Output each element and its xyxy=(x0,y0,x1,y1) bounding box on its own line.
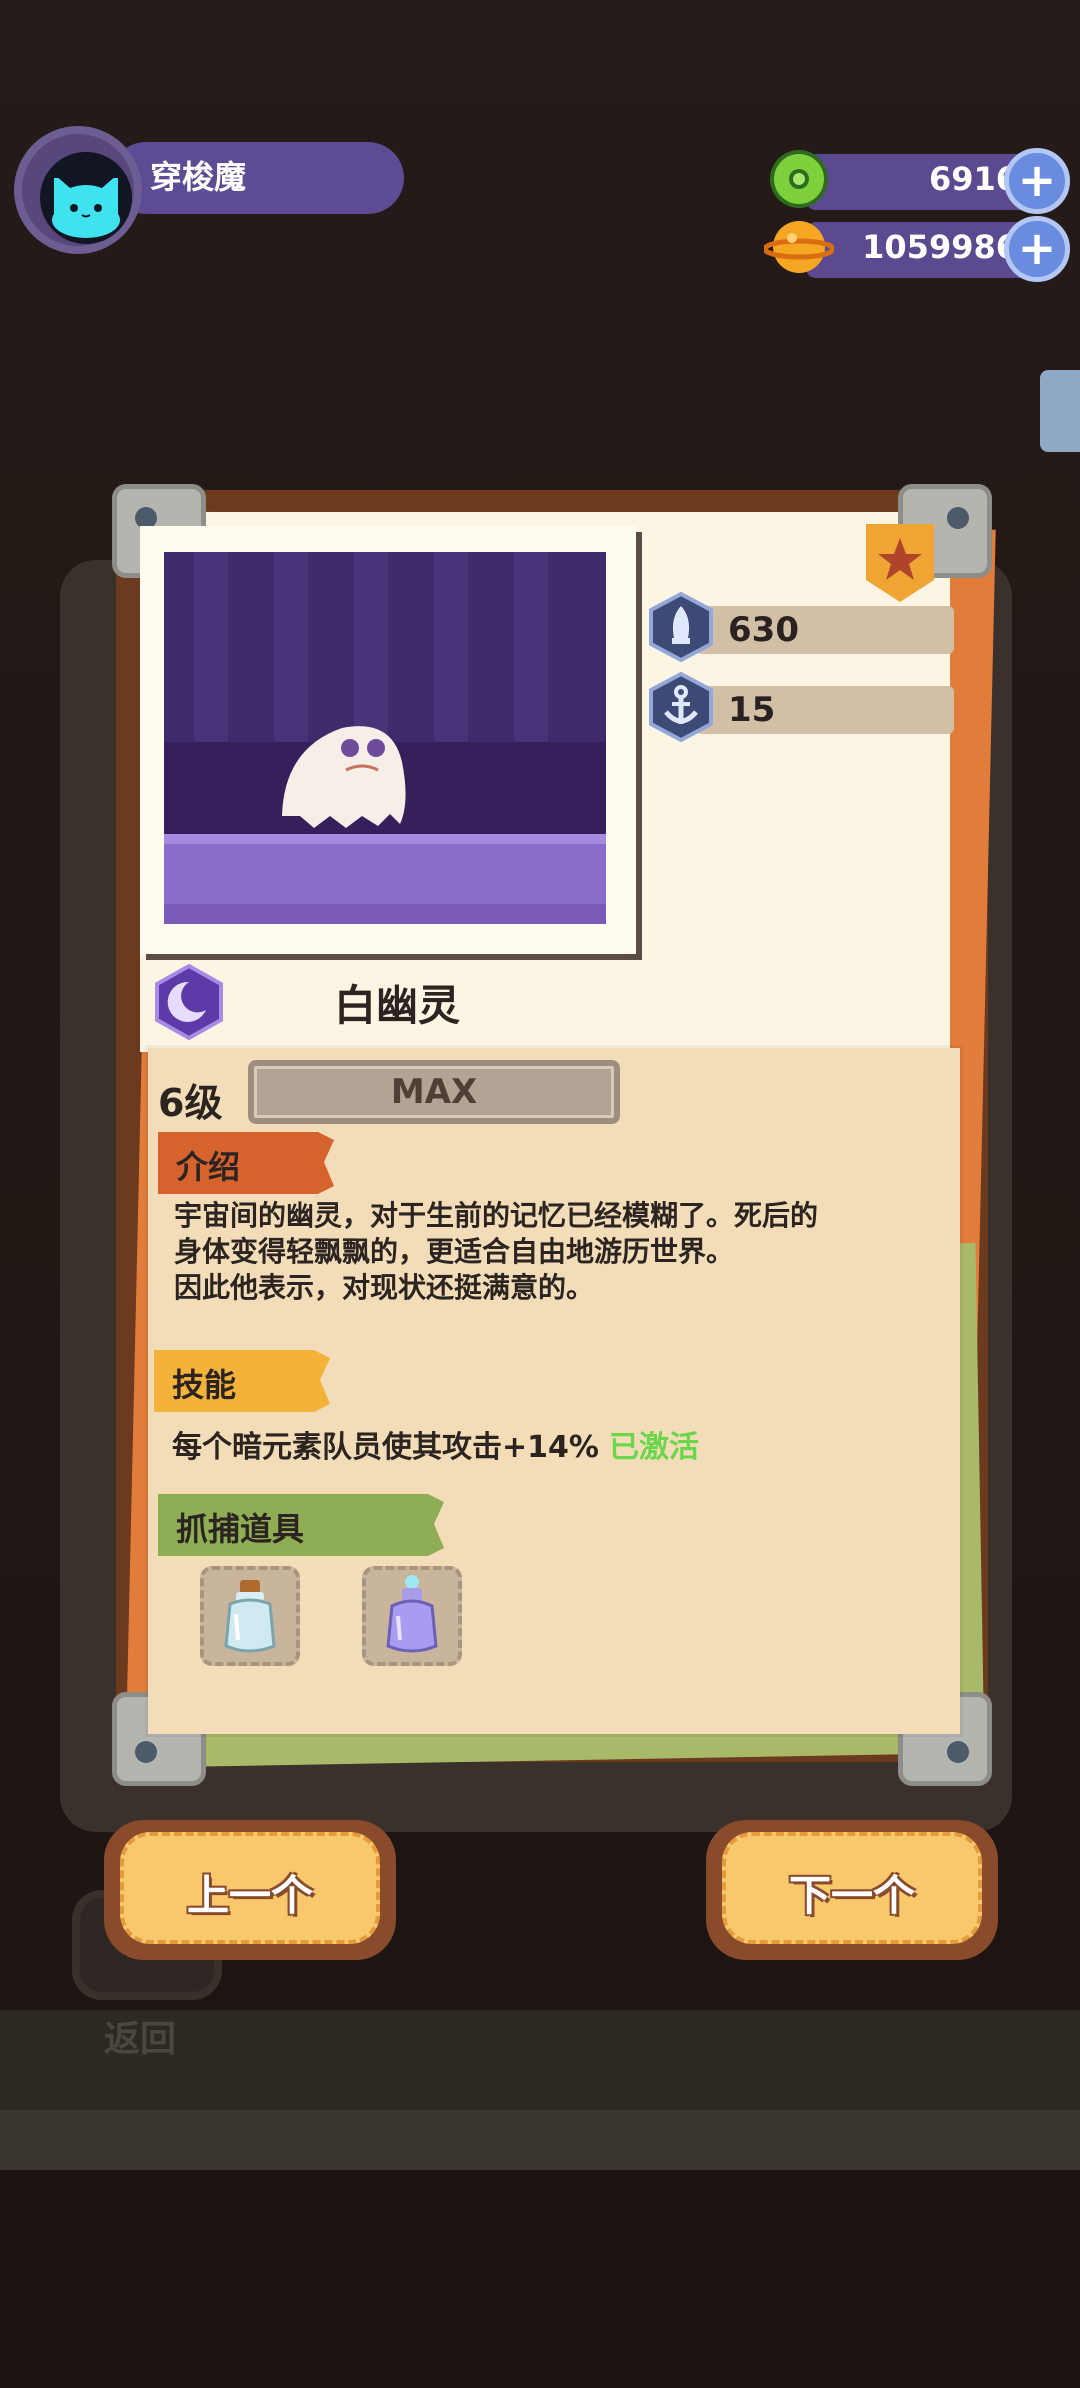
creature-name: 白幽灵 xyxy=(334,981,461,1030)
back-label[interactable]: 返回 xyxy=(104,2010,176,2062)
next-label: 下一个 xyxy=(788,1871,915,1920)
player-profile[interactable]: 穿梭魔 xyxy=(14,126,404,254)
stat-capture: 15 xyxy=(648,671,958,743)
creature-portrait xyxy=(164,552,606,924)
prev-label: 上一个 xyxy=(186,1871,313,1920)
intro-line: 宇宙间的幽灵，对于生前的记忆已经模糊了。死后的 xyxy=(174,1199,819,1232)
next-button[interactable]: 下一个 xyxy=(706,1820,998,1960)
plus-icon[interactable]: + xyxy=(1004,148,1070,214)
creature-level: 6级 xyxy=(158,1081,223,1125)
level-status: MAX xyxy=(390,1072,478,1112)
anchor-icon xyxy=(648,671,714,743)
green-donut-coin-icon xyxy=(768,148,830,210)
player-name: 穿梭魔 xyxy=(150,158,247,196)
intro-title: 介绍 xyxy=(176,1148,241,1186)
prev-button[interactable]: 上一个 xyxy=(104,1820,396,1960)
orange-planet-coin-icon xyxy=(762,216,836,278)
intro-line: 身体变得轻飘飘的，更适合自由地游历世界。 xyxy=(174,1235,735,1268)
stat-value: 630 xyxy=(728,610,799,650)
avatar[interactable] xyxy=(14,126,142,254)
skill-ribbon: 技能 xyxy=(154,1350,330,1412)
currency-bar-donut: 6916 + xyxy=(768,148,1072,214)
star-badge-icon xyxy=(866,524,934,602)
skill-status: 已激活 xyxy=(608,1430,699,1465)
purple-potion-bottle-icon xyxy=(386,1575,438,1653)
capture-item-slot[interactable] xyxy=(200,1566,300,1666)
skill-description: 每个暗元素队员使其攻击+14% 已激活 xyxy=(172,1422,699,1466)
skill-text: 每个暗元素队员使其攻击+14% xyxy=(172,1430,599,1465)
currency-bar-planet: 1059986 + xyxy=(762,216,1072,282)
plus-icon[interactable]: + xyxy=(1004,216,1070,282)
skill-title: 技能 xyxy=(172,1366,237,1404)
currency-value: 1059986 xyxy=(862,228,1018,266)
stat-value: 15 xyxy=(728,690,776,730)
intro-text: 宇宙间的幽灵，对于生前的记忆已经模糊了。死后的 身体变得轻飘飘的，更适合自由地游… xyxy=(174,1198,818,1306)
capture-title: 抓捕道具 xyxy=(176,1510,305,1548)
cork-bottle-icon xyxy=(224,1580,276,1653)
capture-ribbon: 抓捕道具 xyxy=(158,1494,444,1556)
capture-item-slot[interactable] xyxy=(362,1566,462,1666)
intro-line: 因此他表示，对现状还挺满意的。 xyxy=(174,1271,595,1304)
cat-face-icon xyxy=(40,152,132,244)
stat-attack: 630 xyxy=(648,591,958,663)
side-tab[interactable] xyxy=(1040,370,1080,452)
currency-value: 6916 xyxy=(928,160,1018,198)
intro-ribbon: 介绍 xyxy=(158,1132,334,1194)
dark-moon-element-icon xyxy=(154,963,224,1041)
attack-blade-icon xyxy=(648,591,714,663)
ground-strip xyxy=(0,2110,1080,2170)
